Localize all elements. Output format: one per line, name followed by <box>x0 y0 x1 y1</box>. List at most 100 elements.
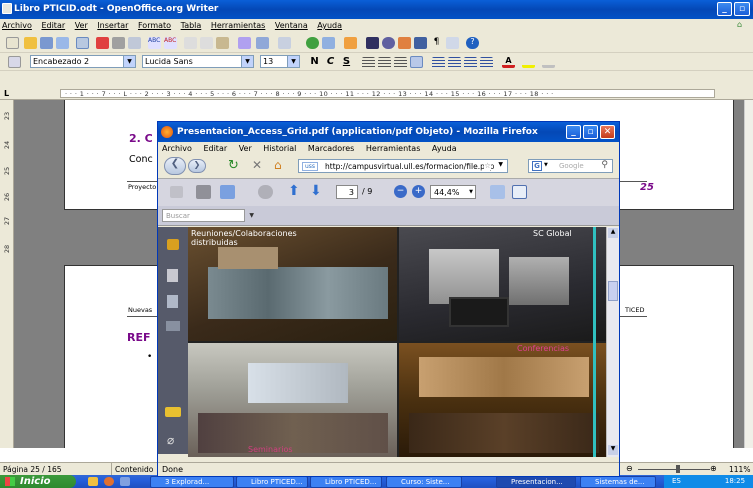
url-dropdown-icon[interactable]: ▼ <box>498 161 503 168</box>
forward-button[interactable]: ❯ <box>188 159 206 173</box>
show-draw-icon[interactable] <box>344 37 357 49</box>
taskbar-writer-1[interactable]: Libro PTICED... <box>236 476 308 488</box>
cut-icon[interactable] <box>184 37 197 49</box>
ff-menu-archivo[interactable]: Archivo <box>162 144 192 153</box>
ff-menu-historial[interactable]: Historial <box>263 144 296 153</box>
pdf-page-view[interactable]: Reuniones/Colaboraciones distribuidas SC… <box>188 227 606 457</box>
zoom-out-icon[interactable]: ⊖ <box>626 464 633 473</box>
help-icon[interactable]: ? <box>466 37 479 49</box>
ff-menu-marcadores[interactable]: Marcadores <box>308 144 354 153</box>
fit-page-icon[interactable] <box>512 185 527 199</box>
align-center-icon[interactable] <box>378 57 391 69</box>
decrease-indent-icon[interactable] <box>464 57 477 69</box>
ff-minimize-button[interactable]: _ <box>566 125 581 139</box>
menu-herramientas[interactable]: Herramientas <box>211 21 266 30</box>
zoom-in-icon[interactable]: ⊕ <box>710 464 717 473</box>
menu-ver[interactable]: Ver <box>75 21 88 30</box>
maximize-button[interactable]: ▫ <box>734 2 750 16</box>
zoom-icon[interactable] <box>446 37 459 49</box>
paragraph-style-select[interactable]: Encabezado 2 ▼ <box>30 55 136 68</box>
taskbar-explorer[interactable]: 3 Explorad... <box>150 476 234 488</box>
fit-width-icon[interactable] <box>490 185 505 199</box>
font-name-select[interactable]: Lucida Sans ▼ <box>142 55 254 68</box>
ff-menu-herramientas[interactable]: Herramientas <box>366 144 421 153</box>
bookmark-star-icon[interactable]: ☆ <box>484 161 491 170</box>
bullets-icon[interactable] <box>448 57 461 69</box>
open-folder-icon[interactable] <box>24 37 37 49</box>
navigator-icon[interactable] <box>382 37 395 49</box>
google-icon[interactable]: G <box>532 161 542 171</box>
copy-icon[interactable] <box>200 37 213 49</box>
print-preview-icon[interactable] <box>128 37 141 49</box>
pdf-search-input[interactable]: Buscar ▼ <box>162 209 254 222</box>
spellcheck-icon[interactable]: ABC <box>148 37 161 49</box>
align-left-icon[interactable] <box>362 57 375 69</box>
chevron-down-icon[interactable]: ▼ <box>249 212 254 219</box>
comments-icon[interactable] <box>165 407 181 417</box>
ff-menu-ver[interactable]: Ver <box>239 144 252 153</box>
engine-dropdown-icon[interactable]: ▼ <box>544 162 548 168</box>
firefox-quicklaunch-icon[interactable] <box>104 477 114 486</box>
pdf-page-input[interactable]: 3 <box>336 185 358 199</box>
menu-formato[interactable]: Formato <box>138 21 171 30</box>
taskbar-presentacion[interactable]: Presentacion... <box>496 476 576 488</box>
pages-icon[interactable] <box>167 269 178 282</box>
attachment-icon[interactable]: ⌀ <box>167 433 174 447</box>
increase-indent-icon[interactable] <box>480 57 493 69</box>
datasources-icon[interactable] <box>414 37 427 49</box>
undo-icon[interactable] <box>256 37 269 49</box>
minimize-button[interactable]: _ <box>717 2 732 16</box>
zoom-out-button[interactable]: − <box>394 185 407 198</box>
url-bar[interactable]: uss http://campusvirtual.ull.es/formacio… <box>298 159 508 173</box>
bold-button[interactable]: N <box>308 56 321 68</box>
pdf-hand-icon[interactable] <box>258 185 273 199</box>
firefox-window[interactable]: Presentacion_Access_Grid.pdf (applicatio… <box>157 121 620 477</box>
justify-icon[interactable] <box>410 56 423 68</box>
table-icon[interactable] <box>322 37 335 49</box>
quicklaunch-icon[interactable] <box>120 477 130 486</box>
lock-icon[interactable] <box>167 239 179 250</box>
horizontal-ruler[interactable]: L · · · 1 · · · 7 · · · L · · · 2 · · · … <box>0 87 753 100</box>
print-icon[interactable] <box>112 37 125 49</box>
scroll-down-icon[interactable]: ▼ <box>608 445 618 455</box>
gallery-icon[interactable] <box>398 37 411 49</box>
find-replace-icon[interactable] <box>366 37 379 49</box>
pdf-print-icon[interactable] <box>170 186 183 198</box>
close-doc-icon[interactable]: ⌂ <box>737 20 742 29</box>
pdf-scrollbar[interactable]: ▲ ▼ <box>606 227 619 457</box>
paste-icon[interactable] <box>216 37 229 49</box>
format-paintbrush-icon[interactable] <box>238 37 251 49</box>
reload-icon[interactable]: ↻ <box>228 158 239 173</box>
search-engine-box[interactable]: G ▼ Google ⚲ <box>528 159 613 173</box>
back-button[interactable]: ❮ <box>164 157 186 175</box>
taskbar-curso[interactable]: Curso: Siste... <box>386 476 462 488</box>
quicklaunch-icon[interactable] <box>88 477 98 486</box>
menu-archivo[interactable]: Archivo <box>2 21 32 30</box>
export-pdf-icon[interactable] <box>96 37 109 49</box>
ff-menu-ayuda[interactable]: Ayuda <box>432 144 457 153</box>
bookmarks-icon[interactable] <box>167 295 178 308</box>
signatures-icon[interactable] <box>166 321 180 331</box>
menu-ventana[interactable]: Ventana <box>275 21 308 30</box>
pilcrow-icon[interactable]: ¶ <box>430 37 443 49</box>
scroll-thumb[interactable] <box>608 281 618 301</box>
zoom-in-button[interactable]: + <box>412 185 425 198</box>
zoom-slider[interactable]: ⊖ ⊕ <box>624 464 724 474</box>
redo-icon[interactable] <box>278 37 291 49</box>
background-color-icon[interactable] <box>542 56 555 68</box>
font-color-icon[interactable]: A <box>502 56 515 68</box>
document-scrollbar[interactable] <box>744 100 753 448</box>
pdf-zoom-select[interactable]: 44,4% ▼ <box>430 185 476 199</box>
taskbar-sistemas[interactable]: Sistemas de... <box>580 476 656 488</box>
align-right-icon[interactable] <box>394 57 407 69</box>
highlight-icon[interactable] <box>522 56 535 68</box>
search-icon[interactable]: ⚲ <box>601 160 608 170</box>
edit-file-icon[interactable] <box>76 37 89 49</box>
zoom-status[interactable]: 111% <box>729 465 750 474</box>
menu-insertar[interactable]: Insertar <box>97 21 128 30</box>
save-icon[interactable] <box>40 37 53 49</box>
tab-stop-icon[interactable]: L <box>4 89 9 98</box>
previous-page-icon[interactable]: ⬆ <box>288 183 300 199</box>
ff-menu-editar[interactable]: Editar <box>203 144 227 153</box>
font-size-select[interactable]: 13 ▼ <box>260 55 300 68</box>
